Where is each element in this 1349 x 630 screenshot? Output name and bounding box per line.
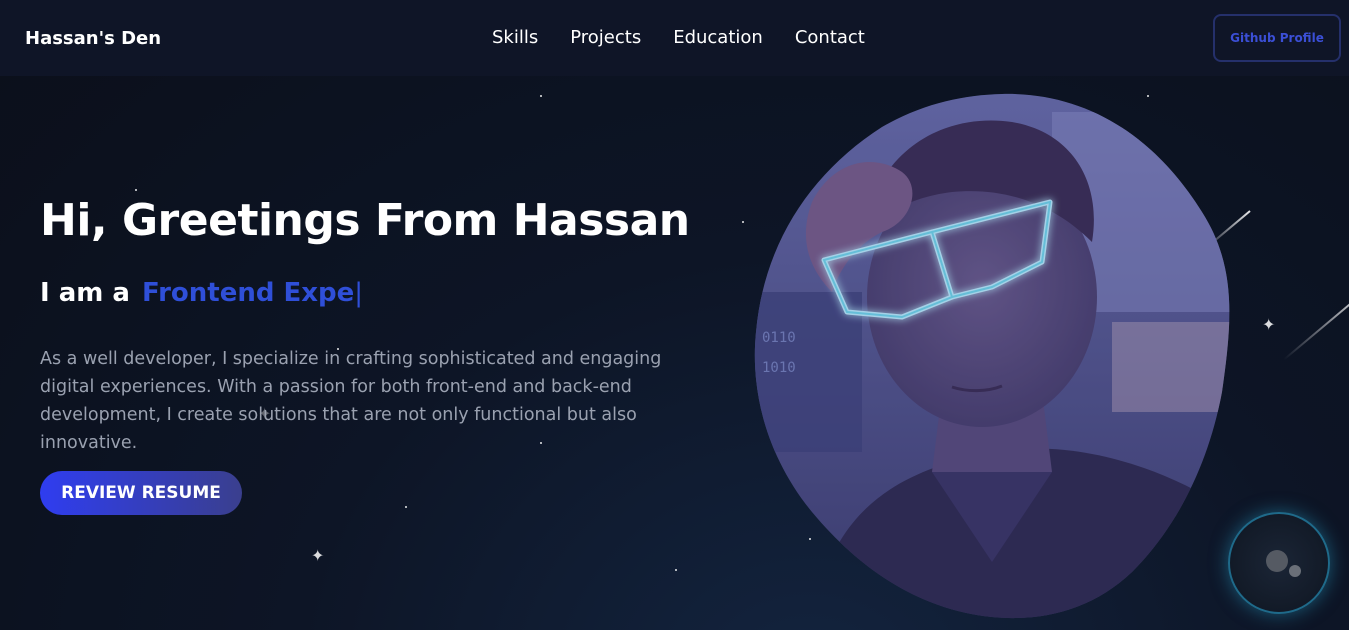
- star: [742, 221, 744, 223]
- hero-subtitle: I am a Frontend Expe|: [40, 278, 363, 308]
- hero-title: Hi, Greetings From Hassan: [40, 195, 690, 246]
- review-resume-button[interactable]: REVIEW RESUME: [40, 471, 242, 515]
- nav-contact[interactable]: Contact: [795, 27, 865, 48]
- navbar: Hassan's Den Skills Projects Education C…: [0, 0, 1349, 76]
- chat-dot-small: [1289, 565, 1301, 577]
- sparkle-icon: ✦: [311, 548, 325, 565]
- github-profile-button[interactable]: Github Profile: [1213, 14, 1341, 62]
- star: [405, 506, 407, 508]
- sparkle-icon: ✦: [1262, 317, 1276, 334]
- nav-education[interactable]: Education: [673, 27, 763, 48]
- chat-bubble-icon[interactable]: [1228, 512, 1330, 614]
- chat-dot-large: [1266, 550, 1288, 572]
- nav-projects[interactable]: Projects: [570, 27, 641, 48]
- hero-description: As a well developer, I specialize in cra…: [40, 349, 662, 453]
- profile-photo: 0110 1010: [754, 93, 1230, 619]
- shooting-star: [1283, 288, 1349, 361]
- star: [675, 569, 677, 571]
- nav-skills[interactable]: Skills: [492, 27, 538, 48]
- brand-logo[interactable]: Hassan's Den: [25, 28, 161, 49]
- nav-links: Skills Projects Education Contact: [492, 27, 897, 48]
- typing-cursor: |: [354, 278, 364, 308]
- star: [540, 95, 542, 97]
- typed-role: Frontend Expe: [141, 278, 355, 308]
- star: [135, 189, 137, 191]
- subtitle-prefix: I am a: [40, 278, 130, 308]
